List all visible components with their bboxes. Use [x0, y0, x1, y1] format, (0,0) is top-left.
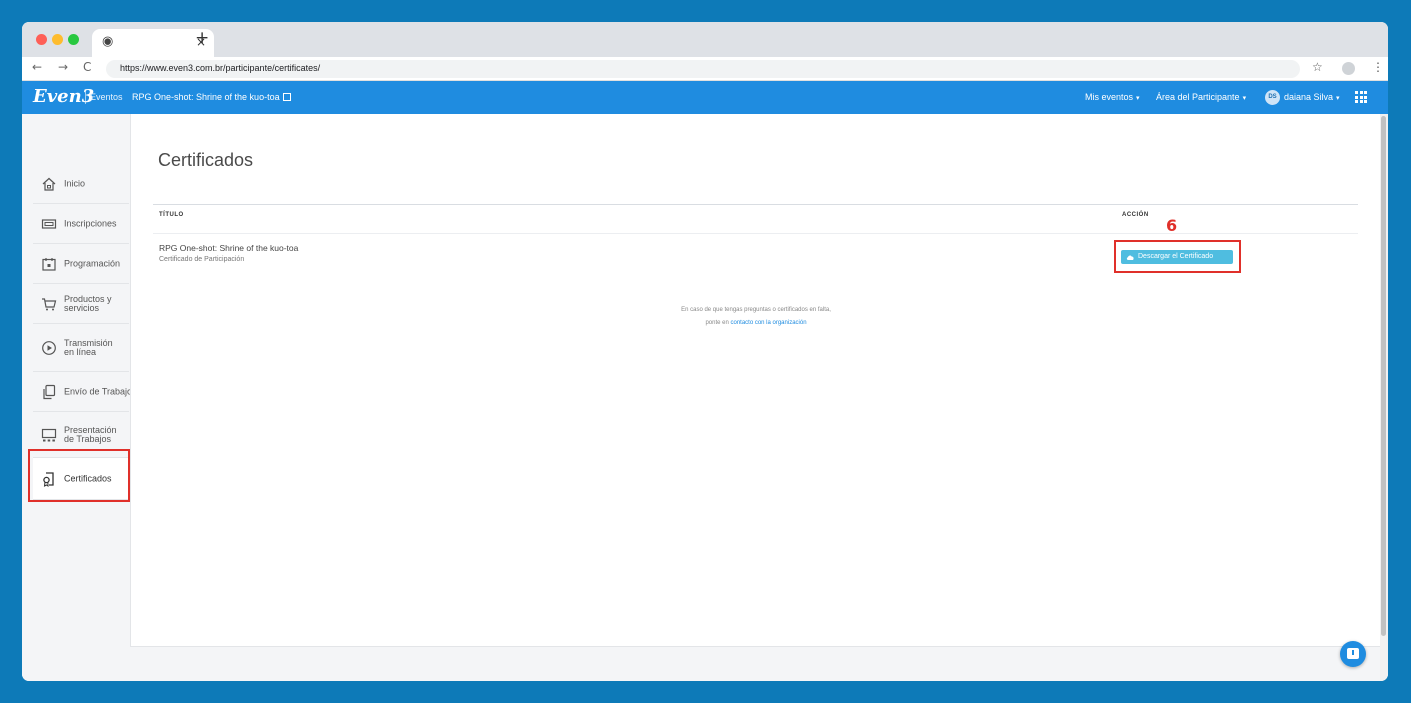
page-title: Certificados: [158, 150, 254, 170]
breadcrumb-event-link[interactable]: RPG One-shot: Shrine of the kuo-toa: [132, 92, 291, 102]
ticket-icon: [41, 218, 57, 229]
url-text: https://www.even3.com.br/participante/ce…: [120, 63, 321, 73]
sidebar-item-transmision[interactable]: Transmisión en línea: [33, 324, 129, 372]
annotation-number-6: 6: [1166, 216, 1178, 235]
sidebar-item-label: Transmisión en línea: [64, 337, 113, 357]
sidebar-item-label: Productos y servicios: [64, 293, 112, 313]
close-window-button[interactable]: [36, 34, 47, 45]
breadcrumb-divider: [85, 90, 86, 104]
annotation-box-5: [28, 449, 130, 502]
certificate-title: RPG One-shot: Shrine of the kuo-toa: [159, 243, 299, 253]
tab-strip: ◉ × +: [22, 22, 1388, 57]
profile-icon[interactable]: [1342, 62, 1355, 75]
reload-icon[interactable]: C: [83, 60, 91, 74]
external-link-icon: [282, 93, 291, 101]
bookmark-star-icon[interactable]: ☆: [1312, 60, 1323, 74]
help-note-line2: ponte en contacto con la organización: [531, 320, 981, 326]
address-toolbar: ← → C https://www.even3.com.br/participa…: [22, 57, 1388, 81]
chevron-down-icon: ▾: [1136, 95, 1140, 102]
sidebar-item-label: Presentación de Trabajos: [64, 424, 117, 444]
sidebar-item-envio[interactable]: Envío de Trabajo: [33, 372, 133, 412]
breadcrumb-eventos[interactable]: Eventos: [90, 92, 123, 102]
user-name-label: daiana Silva: [1284, 92, 1334, 102]
sidebar-item-programacion[interactable]: Programación: [33, 244, 129, 284]
area-participante-menu[interactable]: Área del Participante ▾: [1156, 92, 1246, 102]
sidebar-item-label: Programación: [64, 258, 121, 268]
sidebar-item-label: Envío de Trabajo: [64, 386, 133, 396]
forward-icon[interactable]: →: [58, 60, 68, 74]
presentation-icon: [41, 428, 57, 441]
minimize-window-button[interactable]: [52, 34, 63, 45]
certificate-subtitle: Certificado de Participación: [159, 256, 245, 263]
user-menu[interactable]: daiana Silva ▾: [1284, 92, 1340, 102]
chat-support-button[interactable]: [1340, 641, 1366, 667]
browser-window: ◉ × + ← → C https://www.even3.com.br/par…: [22, 22, 1388, 681]
apps-grid-icon[interactable]: [1355, 91, 1367, 103]
contact-organization-link[interactable]: contacto con la organización: [730, 320, 806, 326]
sidebar: Inicio Inscripciones Programación Produc…: [33, 114, 138, 654]
copy-icon: [43, 384, 56, 399]
annotation-box-6: [1114, 240, 1241, 273]
home-icon: [42, 177, 56, 191]
chat-icon: [1347, 648, 1359, 659]
main-panel: Certificados TÍTULO ACCIÓN RPG One-shot:…: [130, 114, 1380, 647]
chrome-icon: ◉: [102, 34, 114, 49]
help-note-prefix: ponte en: [705, 320, 731, 326]
play-icon: [42, 340, 56, 355]
area-participante-label: Área del Participante: [1156, 92, 1240, 102]
page-scrollbar[interactable]: [1380, 114, 1388, 681]
chevron-down-icon: ▾: [1242, 95, 1247, 102]
sidebar-item-inicio[interactable]: Inicio: [33, 164, 129, 204]
column-header-accion: ACCIÓN: [1122, 212, 1149, 218]
back-icon[interactable]: ←: [32, 60, 42, 74]
sidebar-item-inscripciones[interactable]: Inscripciones: [33, 204, 129, 244]
chevron-down-icon: ▾: [1336, 95, 1340, 102]
table-row-divider: [153, 233, 1358, 234]
new-tab-button[interactable]: +: [195, 28, 209, 48]
scrollbar-thumb[interactable]: [1381, 116, 1386, 636]
cart-icon: [42, 297, 57, 310]
browser-menu-icon[interactable]: ⋮: [1372, 60, 1384, 74]
help-note-line1: En caso de que tengas preguntas o certif…: [681, 307, 831, 313]
address-bar[interactable]: https://www.even3.com.br/participante/ce…: [106, 60, 1300, 78]
avatar[interactable]: DS: [1265, 90, 1280, 105]
mis-eventos-label: Mis eventos: [1085, 92, 1134, 102]
sidebar-item-label: Inscripciones: [64, 218, 117, 228]
column-header-titulo: TÍTULO: [159, 212, 184, 218]
maximize-window-button[interactable]: [68, 34, 79, 45]
calendar-icon: [42, 257, 56, 271]
app-header: Even3 Eventos RPG One-shot: Shrine of th…: [22, 81, 1388, 114]
sidebar-item-productos[interactable]: Productos y servicios: [33, 284, 129, 324]
table-header-divider: [153, 204, 1358, 205]
breadcrumb-event-label: RPG One-shot: Shrine of the kuo-toa: [132, 92, 280, 102]
mis-eventos-menu[interactable]: Mis eventos ▾: [1085, 92, 1140, 102]
sidebar-item-label: Inicio: [64, 178, 86, 188]
